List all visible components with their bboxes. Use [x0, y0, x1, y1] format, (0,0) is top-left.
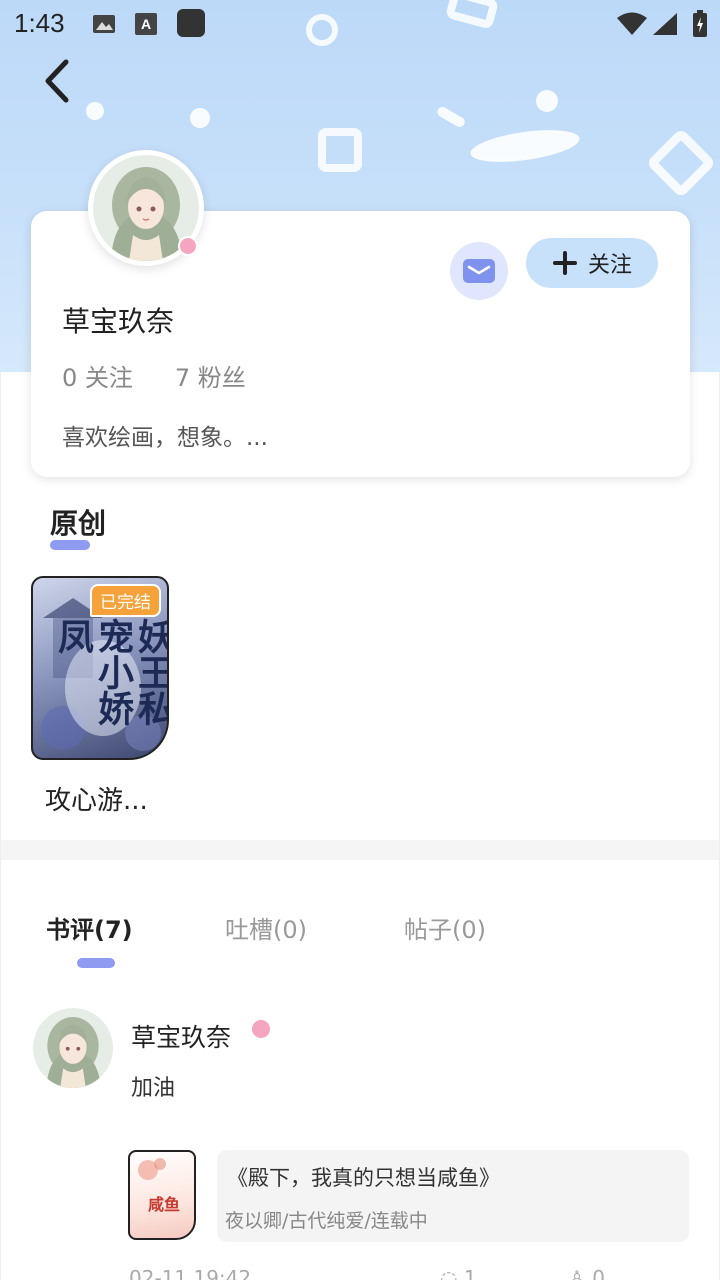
user-name: 草宝玖奈	[62, 305, 175, 338]
square-app-icon	[176, 8, 206, 42]
tab-posts[interactable]: 帖子(0)	[404, 910, 486, 945]
review-author[interactable]: 草宝玖奈	[131, 1018, 231, 1054]
referenced-book-meta: 夜以卿/古代纯爱/连载中	[225, 1210, 428, 1232]
signal-icon	[652, 12, 678, 40]
left-border	[0, 372, 1, 1280]
female-badge-icon	[178, 236, 198, 256]
referenced-book-card[interactable]: 《殿下，我真的只想当咸鱼》 夜以卿/古代纯爱/连载中	[217, 1150, 689, 1242]
like-count[interactable]: ♙ 0	[568, 1266, 605, 1280]
back-button[interactable]	[36, 56, 84, 106]
tab-rants[interactable]: 吐槽(0)	[225, 910, 307, 945]
review-date: 02-11 19:42	[129, 1266, 252, 1280]
review-text[interactable]: 加油	[131, 1070, 175, 1102]
active-tab-underline	[77, 958, 115, 968]
text-a-icon: A	[134, 12, 158, 40]
book-name[interactable]: 攻心游...	[45, 780, 148, 817]
avatar[interactable]	[88, 150, 204, 266]
message-button[interactable]	[450, 242, 508, 300]
plus-icon	[552, 251, 577, 275]
comment-icon: ◌	[440, 1266, 464, 1280]
status-bar: 1:43 A	[0, 0, 720, 50]
referenced-book-cover[interactable]: 咸鱼	[128, 1150, 196, 1240]
referenced-book-title: 《殿下，我真的只想当咸鱼》	[227, 1166, 500, 1190]
follow-button[interactable]: 关注	[526, 238, 658, 288]
follow-label: 关注	[587, 253, 632, 278]
cover-title: 妖王私宠小娇凤	[52, 618, 169, 726]
user-stats: 0 关注 7 粉丝	[62, 358, 246, 393]
battery-icon	[692, 10, 708, 42]
section-underline	[50, 540, 90, 550]
avatar-image	[33, 1008, 113, 1088]
completed-tag: 已完结	[90, 584, 161, 617]
mail-icon	[463, 259, 495, 283]
review-avatar[interactable]	[33, 1008, 113, 1088]
image-icon	[92, 14, 116, 38]
svg-text:A: A	[141, 16, 151, 32]
user-bio[interactable]: 喜欢绘画，想象。...	[62, 418, 268, 452]
following-count[interactable]: 0 关注	[62, 358, 133, 393]
book-cover[interactable]: 妖王私宠小娇凤 已完结	[31, 576, 169, 760]
followers-count[interactable]: 7 粉丝	[175, 358, 246, 393]
cover-art: 咸鱼	[138, 1158, 180, 1214]
tab-bar: 书评(7) 吐槽(0) 帖子(0)	[0, 910, 720, 950]
svg-text:咸鱼: 咸鱼	[148, 1195, 180, 1214]
status-time: 1:43	[14, 8, 65, 38]
chevron-left-icon	[45, 59, 69, 103]
tab-reviews[interactable]: 书评(7)	[46, 910, 133, 945]
comment-count[interactable]: ◌ 1	[440, 1266, 477, 1280]
thumbs-up-icon: ♙	[568, 1266, 593, 1280]
section-title-originals: 原创	[50, 507, 107, 540]
review-footer: 02-11 19:42 ◌ 1 ♙ 0	[0, 1262, 720, 1280]
female-badge-icon	[250, 1018, 272, 1040]
wifi-icon	[616, 12, 648, 40]
section-divider	[0, 840, 720, 860]
